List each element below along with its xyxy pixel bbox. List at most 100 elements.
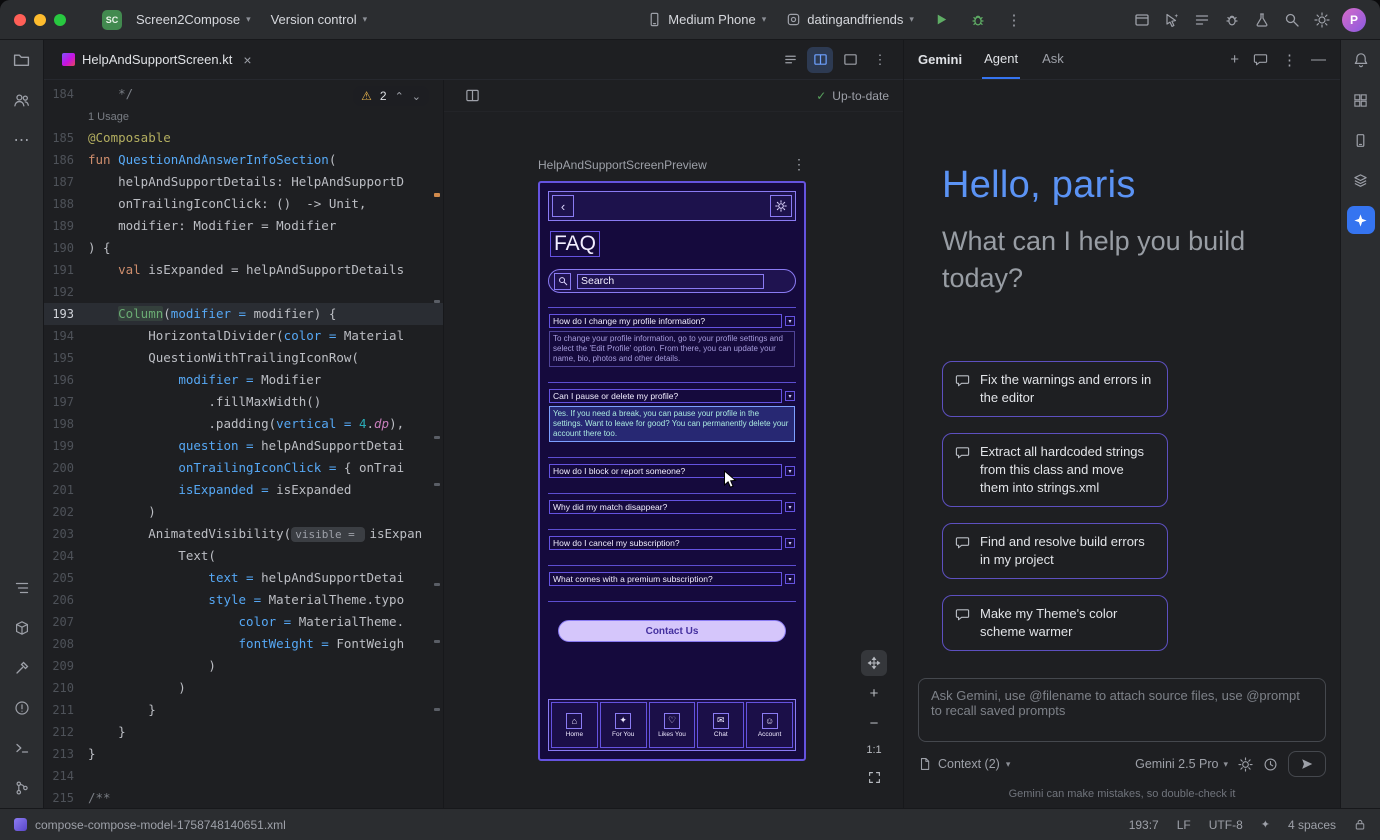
suggestion-card[interactable]: Fix the warnings and errors in the edito…: [942, 361, 1168, 417]
stripe-mark[interactable]: [434, 300, 440, 303]
terminal-tool-button[interactable]: [8, 734, 36, 762]
file-encoding[interactable]: UTF-8: [1209, 818, 1243, 832]
faq-question-row[interactable]: How do I block or report someone?▾: [549, 464, 795, 478]
nav-item-likes-you[interactable]: ♡Likes You: [649, 702, 696, 748]
nav-item-home[interactable]: ⌂Home: [551, 702, 598, 748]
build-tool-button[interactable]: [8, 654, 36, 682]
suggestion-card[interactable]: Make my Theme's color scheme warmer: [942, 595, 1168, 651]
experiments-button[interactable]: [1248, 6, 1276, 34]
nav-item-chat[interactable]: ✉Chat: [697, 702, 744, 748]
suggestion-card[interactable]: Extract all hardcoded strings from this …: [942, 433, 1168, 507]
faq-question-row[interactable]: What comes with a premium subscription?▾: [549, 572, 795, 586]
vcs-menu[interactable]: Version control ▾: [265, 8, 374, 31]
faq-question-row[interactable]: How do I cancel my subscription?▾: [549, 536, 795, 550]
minimize-window-button[interactable]: [34, 14, 46, 26]
run-config-selector[interactable]: datingandfriends ▾: [780, 8, 920, 31]
chat-history-button[interactable]: [1253, 52, 1268, 67]
close-tab-button[interactable]: ×: [243, 52, 251, 68]
zoom-to-fit-button[interactable]: [861, 764, 887, 790]
expand-icon[interactable]: ▾: [785, 466, 795, 476]
design-view-button[interactable]: [837, 47, 863, 73]
split-view-button[interactable]: [807, 47, 833, 73]
stripe-mark[interactable]: [434, 640, 440, 643]
prev-problem-button[interactable]: ⌃: [395, 90, 404, 103]
faq-question-row[interactable]: Can I pause or delete my profile?▾: [549, 389, 795, 403]
expand-icon[interactable]: ▾: [785, 316, 795, 326]
indent-setting[interactable]: 4 spaces: [1288, 818, 1336, 832]
project-menu[interactable]: Screen2Compose ▾: [130, 8, 257, 31]
prompt-history-button[interactable]: [1263, 757, 1278, 772]
faq-item[interactable]: Why did my match disappear?▾: [548, 493, 796, 529]
warning-stripe-mark[interactable]: [434, 193, 440, 197]
nav-item-for-you[interactable]: ✦For You: [600, 702, 647, 748]
running-devices-button[interactable]: [1347, 126, 1375, 154]
app-insights-button[interactable]: [1218, 6, 1246, 34]
faq-item[interactable]: Can I pause or delete my profile?▾Yes. I…: [548, 382, 796, 457]
faq-item[interactable]: How do I block or report someone?▾: [548, 457, 796, 493]
zoom-level[interactable]: 1:1: [866, 740, 881, 760]
model-selector[interactable]: Gemini 2.5 Pro ▾: [1135, 757, 1228, 771]
commit-tool-button[interactable]: [8, 86, 36, 114]
expand-icon[interactable]: ▾: [785, 391, 795, 401]
stripe-mark[interactable]: [434, 436, 440, 439]
editor-options-button[interactable]: ⋮: [867, 47, 893, 73]
gemini-settings-button[interactable]: [1238, 757, 1253, 772]
faq-question-row[interactable]: How do I change my profile information?▾: [549, 314, 795, 328]
code-editor[interactable]: 184 */1 Usage185@Composable186fun Questi…: [44, 80, 443, 808]
zoom-out-button[interactable]: −: [861, 710, 887, 736]
nav-item-account[interactable]: ☺Account: [746, 702, 793, 748]
caret-position[interactable]: 193:7: [1129, 818, 1159, 832]
gemini-options-button[interactable]: ⋮: [1282, 51, 1297, 69]
expand-icon[interactable]: ▾: [785, 538, 795, 548]
tab-ask[interactable]: Ask: [1040, 40, 1066, 79]
preview-canvas[interactable]: HelpAndSupportScreenPreview ⋮ ‹ FAQ: [444, 112, 903, 808]
faq-question-row[interactable]: Why did my match disappear?▾: [549, 500, 795, 514]
editor-tab[interactable]: HelpAndSupportScreen.kt ×: [54, 40, 260, 79]
code-view-button[interactable]: [777, 47, 803, 73]
hide-panel-button[interactable]: —: [1311, 51, 1326, 68]
gemini-prompt-input[interactable]: [918, 678, 1326, 742]
logcat-button[interactable]: [1188, 6, 1216, 34]
send-button[interactable]: [1288, 751, 1326, 777]
context-selector[interactable]: Context (2) ▾: [918, 757, 1010, 771]
structure-tool-button[interactable]: [8, 574, 36, 602]
search-field[interactable]: Search: [548, 269, 796, 293]
gemini-transform-button[interactable]: [1158, 6, 1186, 34]
zoom-in-button[interactable]: +: [861, 680, 887, 706]
preview-options-button[interactable]: ⋮: [792, 156, 806, 173]
faq-item[interactable]: How do I change my profile information?▾…: [548, 307, 796, 382]
project-tool-button[interactable]: [8, 46, 36, 74]
stripe-mark[interactable]: [434, 483, 440, 486]
editor-scroll-stripe[interactable]: [433, 80, 442, 808]
notifications-button[interactable]: [1347, 46, 1375, 74]
run-button[interactable]: [928, 6, 956, 34]
lock-icon[interactable]: [1354, 818, 1366, 831]
faq-item[interactable]: How do I cancel my subscription?▾: [548, 529, 796, 565]
faq-item[interactable]: What comes with a premium subscription?▾: [548, 565, 796, 601]
tab-agent[interactable]: Agent: [982, 40, 1020, 79]
git-tool-button[interactable]: [8, 774, 36, 802]
settings-button[interactable]: [1308, 6, 1336, 34]
gemini-tool-button[interactable]: [1347, 206, 1375, 234]
pan-button[interactable]: [861, 650, 887, 676]
zoom-window-button[interactable]: [54, 14, 66, 26]
new-chat-button[interactable]: +: [1230, 51, 1239, 68]
device-mirror-button[interactable]: [1128, 6, 1156, 34]
stripe-mark[interactable]: [434, 708, 440, 711]
preview-split-button[interactable]: [458, 82, 486, 110]
resource-manager-button[interactable]: [1347, 86, 1375, 114]
expand-icon[interactable]: ▾: [785, 574, 795, 584]
settings-icon-button[interactable]: [770, 195, 792, 217]
line-separator[interactable]: LF: [1177, 818, 1191, 832]
search-everywhere-button[interactable]: [1278, 6, 1306, 34]
status-file[interactable]: compose-compose-model-1758748140651.xml: [14, 818, 286, 832]
ai-status-icon[interactable]: ✦: [1261, 818, 1270, 831]
debug-button[interactable]: [964, 6, 992, 34]
more-tools-button[interactable]: ⋯: [8, 126, 36, 154]
expand-icon[interactable]: ▾: [785, 502, 795, 512]
back-button[interactable]: ‹: [552, 195, 574, 217]
user-avatar[interactable]: P: [1342, 8, 1366, 32]
contact-us-button[interactable]: Contact Us: [558, 620, 786, 642]
close-window-button[interactable]: [14, 14, 26, 26]
device-selector[interactable]: Medium Phone ▾: [641, 8, 772, 31]
